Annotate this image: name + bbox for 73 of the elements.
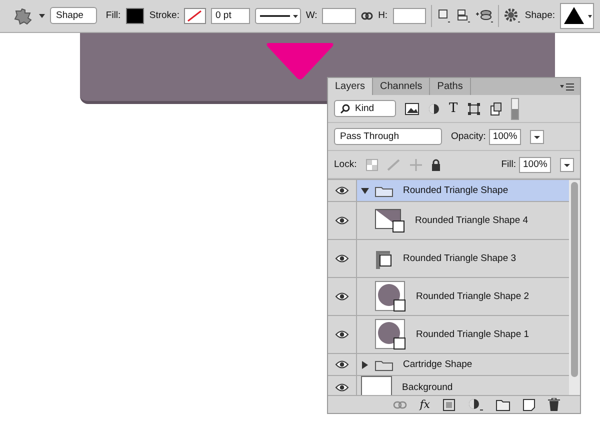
path-alignment-icon[interactable] [456, 8, 470, 24]
layer-row[interactable]: Cartridge Shape [328, 354, 569, 376]
width-field[interactable] [322, 8, 356, 24]
visibility-eye-icon[interactable] [335, 382, 349, 392]
visibility-eye-icon[interactable] [335, 254, 349, 263]
panel-tab[interactable]: Paths [430, 78, 471, 95]
fill-field[interactable]: 100% [519, 156, 551, 172]
blend-mode-dropdown[interactable]: Pass Through [334, 128, 442, 145]
height-label: H: [378, 10, 388, 21]
height-field[interactable] [392, 8, 426, 24]
fill-swatch[interactable] [126, 8, 144, 24]
layer-name: Rounded Triangle Shape 2 [416, 291, 530, 302]
lock-label: Lock: [334, 159, 357, 170]
image-filter-icon[interactable] [405, 102, 419, 114]
layer-row[interactable]: Rounded Triangle Shape 3 [328, 240, 569, 278]
fx-icon[interactable]: fx [420, 398, 430, 411]
type-filter-icon[interactable]: T [449, 101, 458, 116]
layer-name: Rounded Triangle Shape 4 [415, 215, 528, 226]
adjustment-layer-icon[interactable] [468, 398, 483, 411]
visibility-eye-icon[interactable] [335, 360, 349, 369]
collapsed-triangle-icon[interactable] [361, 360, 369, 368]
fill-label: Fill: [106, 10, 121, 21]
opacity-field[interactable]: 100% [488, 128, 521, 144]
layer-name: Cartridge Shape [403, 359, 472, 370]
panel-tab[interactable]: Layers [328, 78, 374, 95]
layer-name: Background [402, 382, 453, 392]
shape-label: Shape: [524, 10, 556, 21]
lock-icon[interactable] [430, 158, 441, 170]
path-operations-icon[interactable] [437, 8, 452, 24]
layers-stack-icon[interactable] [475, 8, 494, 24]
shape-thumbnail[interactable] [375, 281, 406, 312]
layer-name: Rounded Triangle Shape 1 [416, 329, 530, 340]
shape-thumbnail[interactable] [375, 319, 406, 350]
smart-object-filter-icon[interactable] [490, 102, 502, 116]
caret-icon[interactable] [39, 14, 45, 18]
folder-icon[interactable] [496, 398, 510, 410]
visibility-eye-icon[interactable] [335, 216, 349, 225]
gear-icon[interactable] [504, 8, 520, 24]
stroke-label: Stroke: [149, 10, 180, 21]
layer-row[interactable]: Rounded Triangle Shape 2 [328, 278, 569, 316]
scrollbar-thumb[interactable] [571, 182, 578, 377]
panel-tab[interactable]: Channels [373, 78, 430, 95]
puzzle-shape-icon[interactable] [12, 6, 34, 24]
layer-row[interactable]: Rounded Triangle Shape 4 [328, 202, 569, 240]
link-icon[interactable] [361, 12, 374, 20]
filter-toggle-icon[interactable] [510, 98, 519, 120]
no-stroke-swatch[interactable] [184, 8, 206, 24]
opacity-label: Opacity: [451, 131, 486, 142]
visibility-eye-icon[interactable] [335, 292, 349, 301]
trash-icon[interactable] [548, 398, 560, 411]
fill-label: Fill: [501, 159, 516, 170]
panel-menu-icon[interactable] [560, 82, 574, 90]
new-layer-icon[interactable] [523, 398, 535, 410]
width-label: W: [306, 10, 318, 21]
filter-dropdown[interactable]: Kind [334, 100, 396, 117]
layer-row[interactable]: Rounded Triangle Shape 1 [328, 316, 569, 354]
filter-value: Kind [355, 103, 374, 114]
search-icon[interactable] [340, 104, 350, 114]
line-style-dropdown[interactable] [254, 8, 301, 24]
mode-dropdown[interactable]: Shape [50, 7, 97, 24]
shape-filter-icon[interactable] [466, 102, 481, 116]
folder-icon[interactable] [375, 184, 393, 196]
layer-name: Rounded Triangle Shape [403, 185, 508, 196]
visibility-eye-icon[interactable] [335, 186, 349, 195]
adjustment-filter-icon[interactable] [428, 102, 440, 114]
folder-icon[interactable] [375, 358, 393, 370]
visibility-eye-icon[interactable] [335, 330, 349, 339]
stroke-width-field[interactable]: 0 pt [211, 8, 250, 24]
shape-picker[interactable] [560, 2, 594, 28]
expanded-triangle-icon[interactable] [361, 186, 369, 194]
mask-icon[interactable] [443, 398, 455, 410]
shape-thumbnail[interactable] [375, 208, 405, 232]
layer-name: Rounded Triangle Shape 3 [403, 253, 516, 264]
